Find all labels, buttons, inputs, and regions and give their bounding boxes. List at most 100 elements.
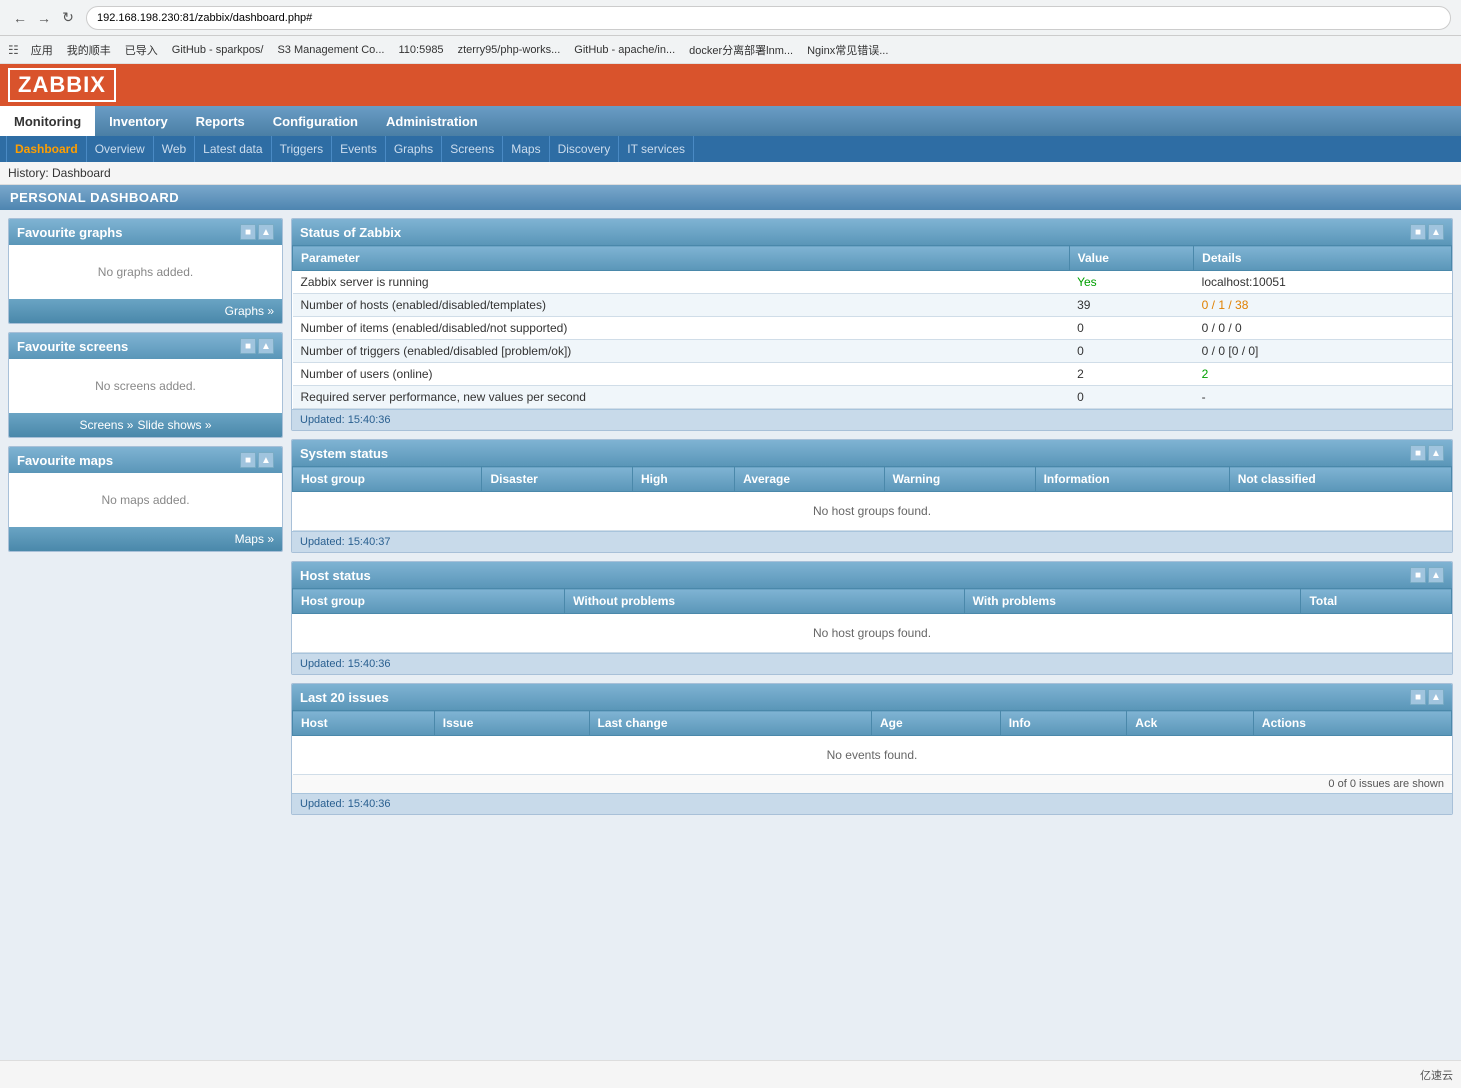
system-status-col: Average	[735, 467, 884, 492]
status-row-parameter: Number of triggers (enabled/disabled [pr…	[293, 340, 1070, 363]
screens-link[interactable]: Screens »	[79, 418, 133, 432]
favourite-maps-widget: Favourite maps ■ ▲ No maps added. Maps »	[8, 446, 283, 552]
favourite-screens-empty: No screens added.	[17, 367, 274, 405]
bookmark-imported[interactable]: 已导入	[121, 40, 162, 60]
status-of-zabbix-controls: ■ ▲	[1410, 224, 1444, 240]
favourite-screens-widget: Favourite screens ■ ▲ No screens added. …	[8, 332, 283, 438]
system-status-body: Host groupDisasterHighAverageWarningInfo…	[292, 466, 1452, 531]
status-of-zabbix-title: Status of Zabbix	[300, 225, 401, 240]
system-status-title: System status	[300, 446, 388, 461]
issues-col: Host	[293, 711, 435, 736]
issues-col: Issue	[434, 711, 589, 736]
subnav-overview[interactable]: Overview	[87, 136, 154, 162]
status-of-zabbix-body: Parameter Value Details Zabbix server is…	[292, 245, 1452, 409]
subnav-graphs[interactable]: Graphs	[386, 136, 442, 162]
forward-button[interactable]: →	[34, 8, 54, 28]
subnav-maps[interactable]: Maps	[503, 136, 549, 162]
host-status-widget: Host status ■ ▲ Host groupWithout proble…	[291, 561, 1453, 675]
status-of-zabbix-edit-btn[interactable]: ■	[1410, 224, 1426, 240]
host-status-edit-btn[interactable]: ■	[1410, 567, 1426, 583]
last-20-issues-header: Last 20 issues ■ ▲	[292, 684, 1452, 710]
bookmark-s3[interactable]: S3 Management Co...	[273, 42, 388, 58]
bookmark-zterry[interactable]: zterry95/php-works...	[454, 42, 565, 58]
favourite-graphs-footer: Graphs »	[9, 299, 282, 323]
subnav-web[interactable]: Web	[154, 136, 195, 162]
host-status-empty-row: No host groups found.	[293, 614, 1452, 653]
host-status-collapse-btn[interactable]: ▲	[1428, 567, 1444, 583]
breadcrumb-prefix: History:	[8, 166, 49, 180]
nav-inventory[interactable]: Inventory	[95, 106, 182, 136]
favourite-screens-body: No screens added.	[9, 359, 282, 413]
status-col-details: Details	[1194, 246, 1452, 271]
refresh-button[interactable]: ↻	[58, 8, 78, 28]
favourite-maps-footer: Maps »	[9, 527, 282, 551]
subnav-discovery[interactable]: Discovery	[550, 136, 620, 162]
slideshows-link[interactable]: Slide shows »	[137, 418, 211, 432]
subnav-it-services[interactable]: IT services	[619, 136, 694, 162]
favourite-graphs-title: Favourite graphs	[17, 225, 122, 240]
system-status-table: Host groupDisasterHighAverageWarningInfo…	[292, 466, 1452, 531]
subnav-triggers[interactable]: Triggers	[272, 136, 333, 162]
subnav-latest-data[interactable]: Latest data	[195, 136, 271, 162]
bookmark-github-apache[interactable]: GitHub - apache/in...	[570, 42, 679, 58]
status-of-zabbix-collapse-btn[interactable]: ▲	[1428, 224, 1444, 240]
status-row-value: 0	[1069, 340, 1194, 363]
nav-buttons: ← → ↻	[10, 8, 78, 28]
favourite-maps-edit-btn[interactable]: ■	[240, 452, 256, 468]
last-20-issues-updated: Updated: 15:40:36	[292, 793, 1452, 814]
status-col-value: Value	[1069, 246, 1194, 271]
maps-link[interactable]: Maps »	[235, 532, 274, 546]
sidebar: Favourite graphs ■ ▲ No graphs added. Gr…	[8, 218, 283, 1052]
graphs-link[interactable]: Graphs »	[225, 304, 274, 318]
favourite-screens-footer: Screens » Slide shows »	[9, 413, 282, 437]
status-row-parameter: Number of items (enabled/disabled/not su…	[293, 317, 1070, 340]
host-status-col: Host group	[293, 589, 565, 614]
bookmark-110[interactable]: 110:5985	[394, 42, 447, 58]
bookmark-apps[interactable]: 应用	[27, 40, 57, 60]
back-button[interactable]: ←	[10, 8, 30, 28]
bookmark-nginx[interactable]: Nginx常见错误...	[803, 40, 892, 60]
system-status-collapse-btn[interactable]: ▲	[1428, 445, 1444, 461]
bookmark-github-spark[interactable]: GitHub - sparkpos/	[168, 42, 268, 58]
system-status-col: Disaster	[482, 467, 633, 492]
system-status-edit-btn[interactable]: ■	[1410, 445, 1426, 461]
status-of-zabbix-updated: Updated: 15:40:36	[292, 409, 1452, 430]
system-status-col: Warning	[884, 467, 1035, 492]
host-status-updated: Updated: 15:40:36	[292, 653, 1452, 674]
last-20-issues-edit-btn[interactable]: ■	[1410, 689, 1426, 705]
favourite-maps-header: Favourite maps ■ ▲	[9, 447, 282, 473]
subnav-events[interactable]: Events	[332, 136, 386, 162]
issues-col: Actions	[1253, 711, 1451, 736]
status-row-details: 2	[1194, 363, 1452, 386]
subnav-dashboard[interactable]: Dashboard	[6, 136, 87, 162]
dashboard-layout: Favourite graphs ■ ▲ No graphs added. Gr…	[0, 210, 1461, 1060]
bottom-bar: 亿速云	[0, 1060, 1461, 1088]
favourite-screens-edit-btn[interactable]: ■	[240, 338, 256, 354]
favourite-maps-collapse-btn[interactable]: ▲	[258, 452, 274, 468]
bookmark-shunfeng[interactable]: 我的顺丰	[63, 40, 115, 60]
favourite-graphs-edit-btn[interactable]: ■	[240, 224, 256, 240]
nav-administration[interactable]: Administration	[372, 106, 492, 136]
zabbix-logo: ZABBIX	[8, 68, 116, 102]
nav-reports[interactable]: Reports	[182, 106, 259, 136]
last-20-issues-collapse-btn[interactable]: ▲	[1428, 689, 1444, 705]
favourite-graphs-collapse-btn[interactable]: ▲	[258, 224, 274, 240]
favourite-screens-header: Favourite screens ■ ▲	[9, 333, 282, 359]
system-status-col: High	[632, 467, 734, 492]
status-row-parameter: Zabbix server is running	[293, 271, 1070, 294]
table-row: Number of items (enabled/disabled/not su…	[293, 317, 1452, 340]
favourite-maps-empty: No maps added.	[17, 481, 274, 519]
nav-configuration[interactable]: Configuration	[259, 106, 372, 136]
favourite-screens-collapse-btn[interactable]: ▲	[258, 338, 274, 354]
bookmark-docker[interactable]: docker分离部署lnm...	[685, 40, 797, 60]
url-bar[interactable]	[86, 6, 1451, 30]
host-status-col: Without problems	[565, 589, 965, 614]
host-status-table: Host groupWithout problemsWith problemsT…	[292, 588, 1452, 653]
last-20-issues-title: Last 20 issues	[300, 690, 389, 705]
status-row-parameter: Number of users (online)	[293, 363, 1070, 386]
bottom-bar-text: 亿速云	[1420, 1067, 1453, 1083]
subnav-screens[interactable]: Screens	[442, 136, 503, 162]
status-row-details: 0 / 1 / 38	[1194, 294, 1452, 317]
host-status-controls: ■ ▲	[1410, 567, 1444, 583]
nav-monitoring[interactable]: Monitoring	[0, 106, 95, 136]
